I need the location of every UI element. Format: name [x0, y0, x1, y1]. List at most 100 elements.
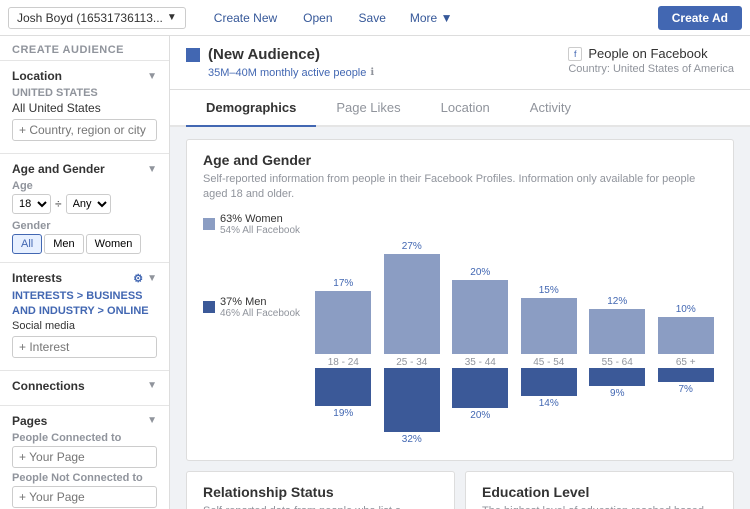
facebook-badge: f People on Facebook	[568, 46, 734, 61]
women-bars-row: 17%18 - 2427%25 - 3420%35 - 4415%45 - 54…	[312, 213, 717, 368]
age-gender-desc: Self-reported information from people in…	[203, 172, 717, 203]
men-bars-row: 19%32%20%14%9%7%	[312, 368, 717, 448]
women-color	[203, 218, 215, 230]
men-bar-group: 7%	[654, 368, 716, 395]
men-bar-group: 19%	[312, 368, 374, 419]
location-chevron-icon: ▼	[147, 71, 157, 82]
charts-area: Age and Gender Self-reported information…	[170, 127, 750, 509]
sidebar-interests-section: Interests ⚙ ▼ INTERESTS > BUSINESS AND I…	[0, 262, 169, 370]
connected-to-input[interactable]	[12, 446, 157, 468]
men-bar-group: 9%	[586, 368, 648, 399]
women-bar-group: 17%18 - 24	[312, 213, 374, 368]
info-icon[interactable]: ℹ	[370, 67, 374, 78]
interests-sub: Social media	[12, 320, 157, 332]
men-bar-group: 32%	[381, 368, 443, 445]
interests-gear-icon[interactable]: ⚙	[133, 272, 143, 285]
not-connected-input[interactable]	[12, 486, 157, 508]
tabs-bar: Demographics Page Likes Location Activit…	[170, 90, 750, 127]
not-connected-label: People Not Connected to	[12, 472, 157, 484]
interests-chevron-icon: ▼	[147, 273, 157, 284]
save-button[interactable]: Save	[347, 7, 398, 29]
connections-header[interactable]: Connections ▼	[12, 379, 157, 393]
men-bar-group: 14%	[518, 368, 580, 409]
facebook-icon: f	[568, 47, 582, 61]
interests-path: INTERESTS > BUSINESS AND INDUSTRY > ONLI…	[12, 289, 157, 320]
main-layout: CREATE AUDIENCE Location ▼ UNITED STATES…	[0, 36, 750, 509]
account-name: Josh Boyd (16531736113...	[17, 11, 163, 25]
relationship-title: Relationship Status	[203, 484, 438, 500]
top-bar-actions: Create New Open Save More ▼	[202, 7, 463, 29]
location-header[interactable]: Location ▼	[12, 69, 157, 83]
men-bar-group: 20%	[449, 368, 511, 421]
connected-to-label: People Connected to	[12, 432, 157, 444]
audience-left: (New Audience) 35M–40M monthly active pe…	[186, 46, 374, 79]
facebook-label: People on Facebook	[588, 46, 707, 61]
sidebar-title: CREATE AUDIENCE	[0, 36, 169, 60]
age-row: 18 ÷ Any	[12, 194, 157, 214]
sidebar-pages-section: Pages ▼ People Connected to People Not C…	[0, 405, 169, 509]
gender-label: Gender	[12, 220, 157, 232]
connections-chevron-icon: ▼	[147, 380, 157, 391]
audience-color-block	[186, 48, 200, 62]
men-legend: 37% Men 46% All Facebook	[203, 296, 300, 319]
age-gender-title: Age and Gender	[203, 152, 717, 168]
age-gender-card: Age and Gender Self-reported information…	[186, 139, 734, 461]
audience-size: 35M–40M monthly active people	[208, 67, 366, 79]
audience-title: (New Audience)	[208, 46, 320, 63]
interests-input[interactable]	[12, 336, 157, 358]
facebook-country: Country: United States of America	[568, 63, 734, 75]
create-new-button[interactable]: Create New	[202, 7, 289, 29]
age-gender-chevron-icon: ▼	[147, 164, 157, 175]
chart-legend: 63% Women 54% All Facebook 37% Men 46% A…	[203, 213, 300, 448]
education-title: Education Level	[482, 484, 717, 500]
age-gender-header[interactable]: Age and Gender ▼	[12, 162, 157, 176]
age-max-select[interactable]: Any	[66, 194, 111, 214]
audience-right: f People on Facebook Country: United Sta…	[568, 46, 734, 75]
women-bar-group: 15%45 - 54	[518, 213, 580, 368]
women-sub: 54% All Facebook	[220, 225, 300, 236]
women-bar-group: 12%55 - 64	[586, 213, 648, 368]
age-label: Age	[12, 180, 157, 192]
tab-demographics[interactable]: Demographics	[186, 90, 316, 127]
women-pct: 63% Women	[220, 213, 300, 225]
women-bar-group: 20%35 - 44	[449, 213, 511, 368]
account-selector[interactable]: Josh Boyd (16531736113... ▼	[8, 7, 186, 29]
pages-header[interactable]: Pages ▼	[12, 414, 157, 428]
pages-chevron-icon: ▼	[147, 415, 157, 426]
account-chevron-icon: ▼	[167, 12, 177, 23]
gender-men-button[interactable]: Men	[44, 234, 83, 254]
create-ad-button[interactable]: Create Ad	[658, 6, 742, 30]
age-chart: 17%18 - 2427%25 - 3420%35 - 4415%45 - 54…	[312, 213, 717, 448]
relationship-desc: Self-reported data from people who list …	[203, 504, 438, 509]
country-label: UNITED STATES	[12, 87, 157, 99]
interests-header[interactable]: Interests ⚙ ▼	[12, 271, 157, 285]
more-button[interactable]: More ▼	[400, 7, 463, 29]
audience-title-row: (New Audience)	[186, 46, 374, 63]
audience-header: (New Audience) 35M–40M monthly active pe…	[170, 36, 750, 90]
country-value: All United States	[12, 101, 157, 115]
tab-activity[interactable]: Activity	[510, 90, 591, 127]
sidebar-location-section: Location ▼ UNITED STATES All United Stat…	[0, 60, 169, 153]
age-min-select[interactable]: 18	[12, 194, 51, 214]
more-chevron-icon: ▼	[441, 11, 453, 25]
sidebar: CREATE AUDIENCE Location ▼ UNITED STATES…	[0, 36, 170, 509]
women-bar-group: 27%25 - 34	[381, 213, 443, 368]
gender-women-button[interactable]: Women	[86, 234, 142, 254]
sidebar-age-gender-section: Age and Gender ▼ Age 18 ÷ Any Gender All…	[0, 153, 169, 262]
women-legend: 63% Women 54% All Facebook	[203, 213, 300, 236]
bar-chart-container: 63% Women 54% All Facebook 37% Men 46% A…	[203, 213, 717, 448]
relationship-card: Relationship Status Self-reported data f…	[186, 471, 455, 509]
gender-all-button[interactable]: All	[12, 234, 42, 254]
content-area: (New Audience) 35M–40M monthly active pe…	[170, 36, 750, 509]
two-col: Relationship Status Self-reported data f…	[186, 471, 734, 509]
gender-btn-group: All Men Women	[12, 234, 157, 254]
men-color	[203, 301, 215, 313]
sidebar-connections-section: Connections ▼	[0, 370, 169, 405]
tab-page-likes[interactable]: Page Likes	[316, 90, 420, 127]
open-button[interactable]: Open	[291, 7, 344, 29]
education-desc: The highest level of education reached b…	[482, 504, 717, 509]
men-pct: 37% Men	[220, 296, 300, 308]
tab-location[interactable]: Location	[421, 90, 510, 127]
men-sub: 46% All Facebook	[220, 308, 300, 319]
country-input[interactable]	[12, 119, 157, 141]
